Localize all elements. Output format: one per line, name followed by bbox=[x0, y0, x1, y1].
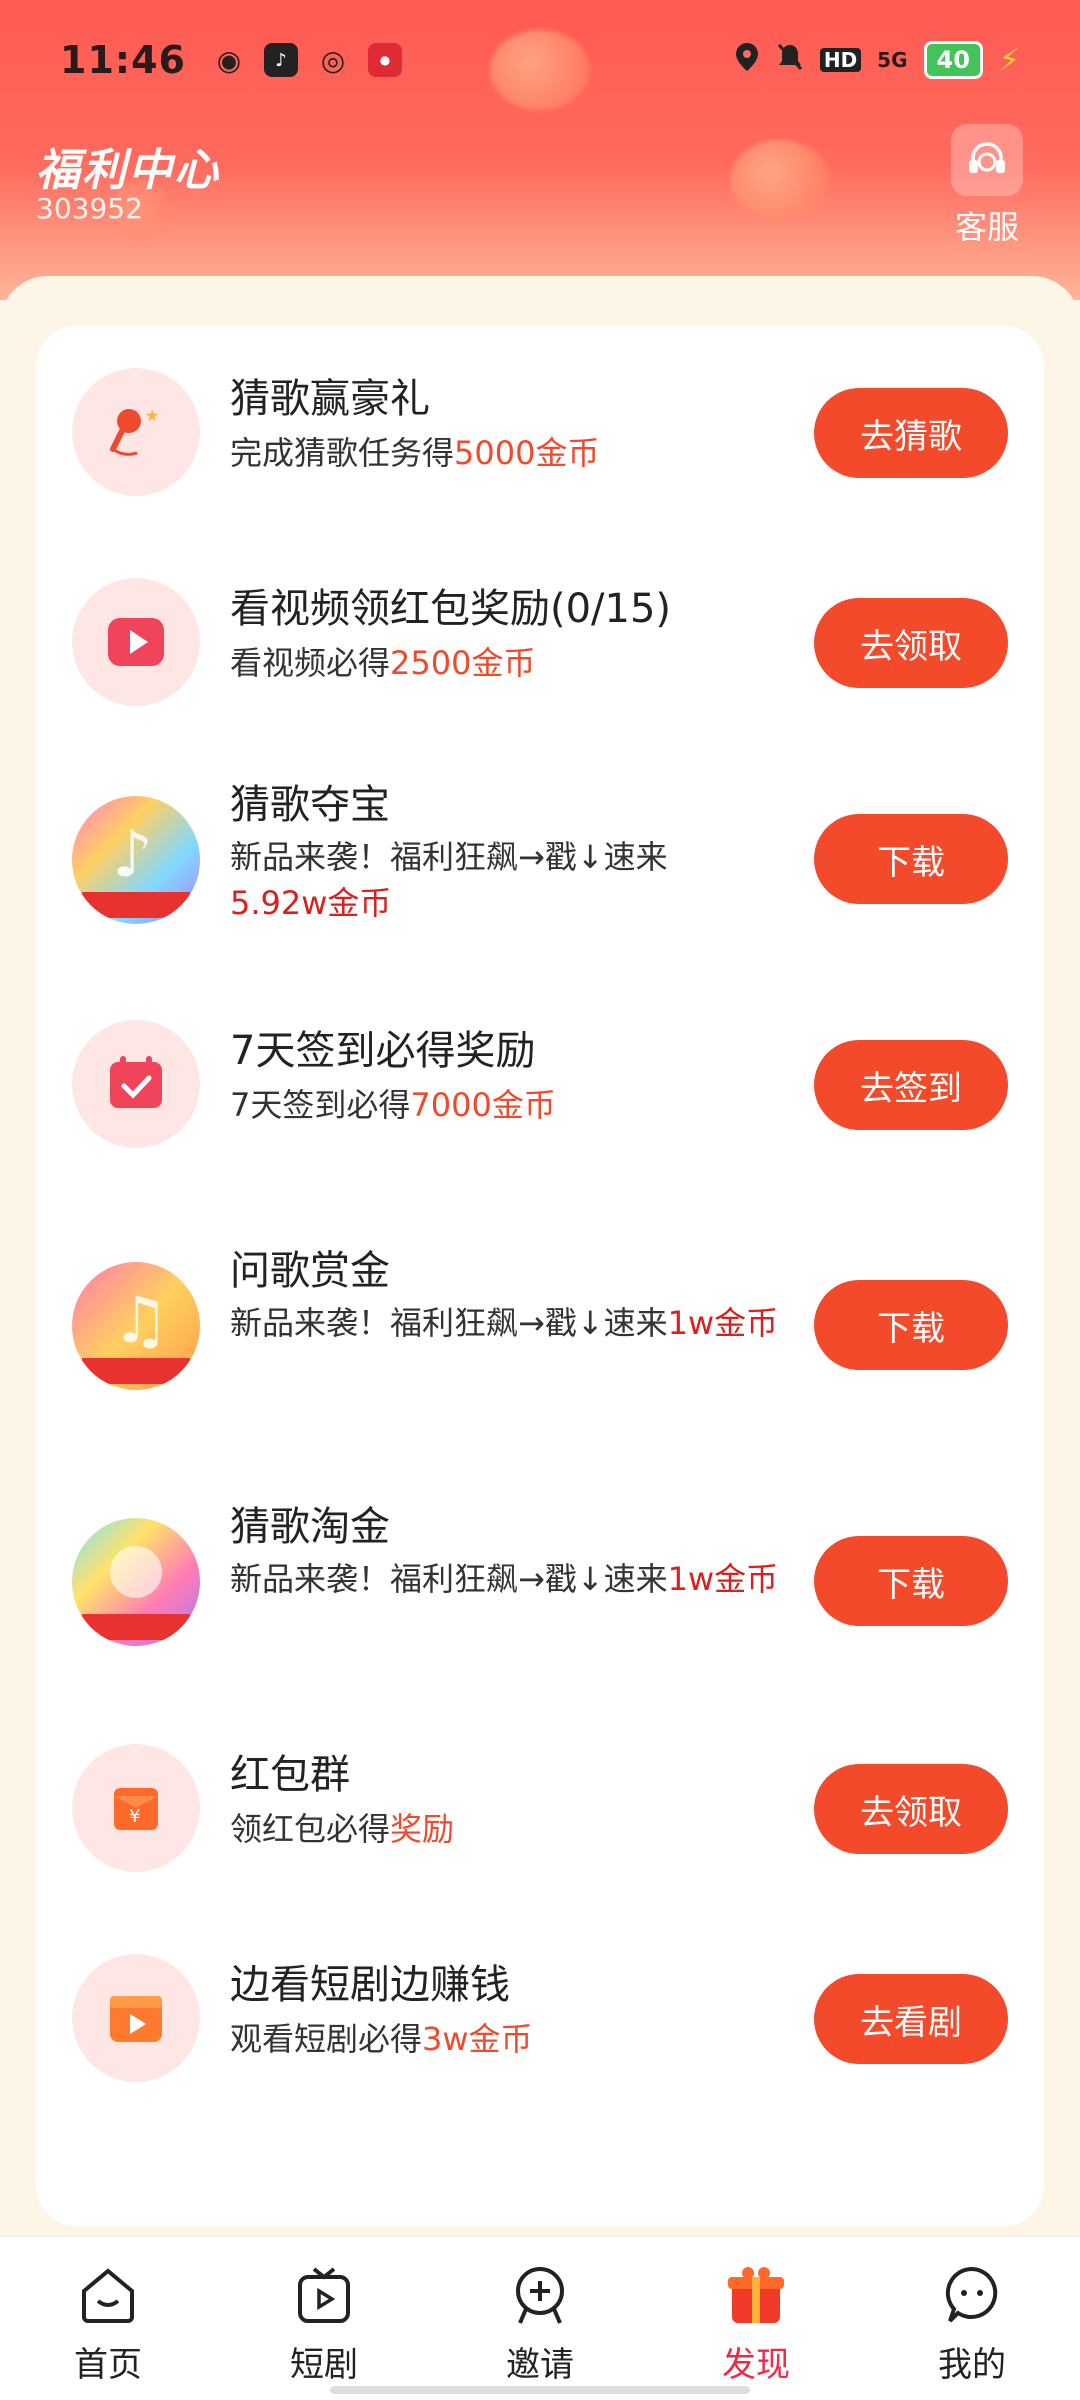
task-list-card: ★ 猜歌赢豪礼 完成猜歌任务得5000金币 去猜歌 看视频领红包奖励(0/15)… bbox=[36, 326, 1044, 2226]
task-item-song-gold: 猜歌淘金 新品来袭！福利狂飙→戳↓速来1w金币 下载 bbox=[36, 1468, 1044, 1668]
task-title: 猜歌夺宝 bbox=[230, 782, 390, 828]
task-item-short-drama: 边看短剧边赚钱 观看短剧必得3w金币 去看剧 bbox=[36, 1912, 1044, 2112]
hd-icon: HD bbox=[819, 48, 862, 72]
home-face-icon bbox=[72, 2259, 144, 2331]
tiktok-icon: ♪ bbox=[263, 43, 298, 77]
music-app-icon: ♪ bbox=[72, 796, 200, 924]
customer-service-label: 客服 bbox=[954, 208, 1019, 246]
microphone-icon: ★ bbox=[72, 368, 200, 496]
tab-label: 短剧 bbox=[290, 2345, 358, 2385]
task-description: 7天签到必得7000金币 bbox=[230, 1086, 556, 1124]
tab-label: 发现 bbox=[722, 2345, 790, 2385]
task-item-red-envelope-group: ¥ 红包群 领红包必得奖励 去领取 bbox=[36, 1702, 1044, 1902]
claim-video-reward-button[interactable]: 去领取 bbox=[814, 598, 1008, 688]
tab-discover[interactable]: 发现 bbox=[648, 2237, 864, 2400]
home-indicator bbox=[330, 2386, 750, 2394]
task-description: 领红包必得奖励 bbox=[230, 1810, 455, 1848]
status-time: 11:46 bbox=[60, 38, 186, 82]
customer-service-button[interactable]: 客服 bbox=[932, 124, 1042, 248]
download-button[interactable]: 下载 bbox=[814, 1280, 1008, 1370]
task-description: 新品来袭！福利狂飙→戳↓速来 5.92w金币 bbox=[230, 838, 668, 922]
task-title: 猜歌赢豪礼 bbox=[230, 376, 430, 422]
tab-label: 我的 bbox=[938, 2345, 1006, 2385]
task-item-song-bounty: ♫ 问歌赏金 新品来袭！福利狂飙→戳↓速来1w金币 下载 bbox=[36, 1212, 1044, 1412]
task-description: 看视频必得2500金币 bbox=[230, 644, 536, 682]
guess-song-button[interactable]: 去猜歌 bbox=[814, 388, 1008, 478]
battery-icon: 40 bbox=[923, 41, 983, 79]
header-banner: 11:46 ◉ ♪ ◎ ● HD 5G 40 ⚡ 福利中心 303952 客服 bbox=[0, 0, 1080, 300]
tab-label: 邀请 bbox=[506, 2345, 574, 2385]
wechat-icon: ◉ bbox=[216, 43, 242, 77]
tab-invite[interactable]: 邀请 bbox=[432, 2237, 648, 2400]
charging-icon: ⚡ bbox=[998, 42, 1020, 78]
watch-drama-button[interactable]: 去看剧 bbox=[814, 1974, 1008, 2064]
tab-home[interactable]: 首页 bbox=[0, 2237, 216, 2400]
profile-face-icon bbox=[936, 2259, 1008, 2331]
coin-decoration bbox=[730, 140, 830, 220]
red-envelope-icon: ¥ bbox=[72, 1744, 200, 1872]
app-notification-icon: ◎ bbox=[320, 43, 346, 77]
task-title: 边看短剧边赚钱 bbox=[230, 1962, 510, 2008]
calendar-check-icon bbox=[72, 1020, 200, 1148]
page-title: 福利中心 bbox=[36, 145, 220, 196]
signal-icon: 5G bbox=[877, 48, 908, 72]
task-title: 猜歌淘金 bbox=[230, 1504, 390, 1550]
video-play-icon bbox=[72, 578, 200, 706]
user-id: 303952 bbox=[36, 192, 143, 225]
gift-box-icon bbox=[720, 2259, 792, 2331]
music-app-icon bbox=[72, 1518, 200, 1646]
task-description: 新品来袭！福利狂飙→戳↓速来1w金币 bbox=[230, 1304, 779, 1342]
svg-text:♪: ♪ bbox=[112, 818, 153, 892]
task-panel: ★ 猜歌赢豪礼 完成猜歌任务得5000金币 去猜歌 看视频领红包奖励(0/15)… bbox=[0, 276, 1080, 2236]
task-item-guess-song: ★ 猜歌赢豪礼 完成猜歌任务得5000金币 去猜歌 bbox=[36, 326, 1044, 526]
task-title: 红包群 bbox=[230, 1752, 350, 1798]
location-icon bbox=[734, 42, 760, 78]
task-item-watch-video: 看视频领红包奖励(0/15) 看视频必得2500金币 去领取 bbox=[36, 536, 1044, 736]
bottom-tab-bar: 首页 短剧 邀请 发现 我的 bbox=[0, 2236, 1080, 2400]
task-title: 问歌赏金 bbox=[230, 1248, 390, 1294]
task-title: 7天签到必得奖励 bbox=[230, 1028, 536, 1074]
music-app-icon: ♫ bbox=[72, 1262, 200, 1390]
task-description: 新品来袭！福利狂飙→戳↓速来1w金币 bbox=[230, 1560, 779, 1598]
headset-icon bbox=[951, 124, 1023, 196]
short-drama-icon bbox=[72, 1954, 200, 2082]
status-bar: 11:46 ◉ ♪ ◎ ● HD 5G 40 ⚡ bbox=[0, 0, 1080, 120]
task-description: 观看短剧必得3w金币 bbox=[230, 2020, 533, 2058]
task-item-song-treasure: ♪ 猜歌夺宝 新品来袭！福利狂飙→戳↓速来 5.92w金币 下载 bbox=[36, 746, 1044, 946]
xiaohongshu-icon: ● bbox=[367, 43, 402, 77]
claim-envelope-button[interactable]: 去领取 bbox=[814, 1764, 1008, 1854]
tab-short-drama[interactable]: 短剧 bbox=[216, 2237, 432, 2400]
svg-text:★: ★ bbox=[145, 406, 159, 425]
checkin-button[interactable]: 去签到 bbox=[814, 1040, 1008, 1130]
invite-add-icon bbox=[504, 2259, 576, 2331]
tab-profile[interactable]: 我的 bbox=[864, 2237, 1080, 2400]
download-button[interactable]: 下载 bbox=[814, 814, 1008, 904]
tv-play-icon bbox=[288, 2259, 360, 2331]
task-description: 完成猜歌任务得5000金币 bbox=[230, 434, 600, 472]
download-button[interactable]: 下载 bbox=[814, 1536, 1008, 1626]
task-title: 看视频领红包奖励(0/15) bbox=[230, 586, 672, 632]
svg-text:¥: ¥ bbox=[129, 1806, 140, 1827]
mute-bell-icon bbox=[776, 42, 804, 78]
tab-label: 首页 bbox=[74, 2345, 142, 2385]
svg-text:♫: ♫ bbox=[112, 1284, 169, 1358]
task-item-checkin: 7天签到必得奖励 7天签到必得7000金币 去签到 bbox=[36, 978, 1044, 1178]
